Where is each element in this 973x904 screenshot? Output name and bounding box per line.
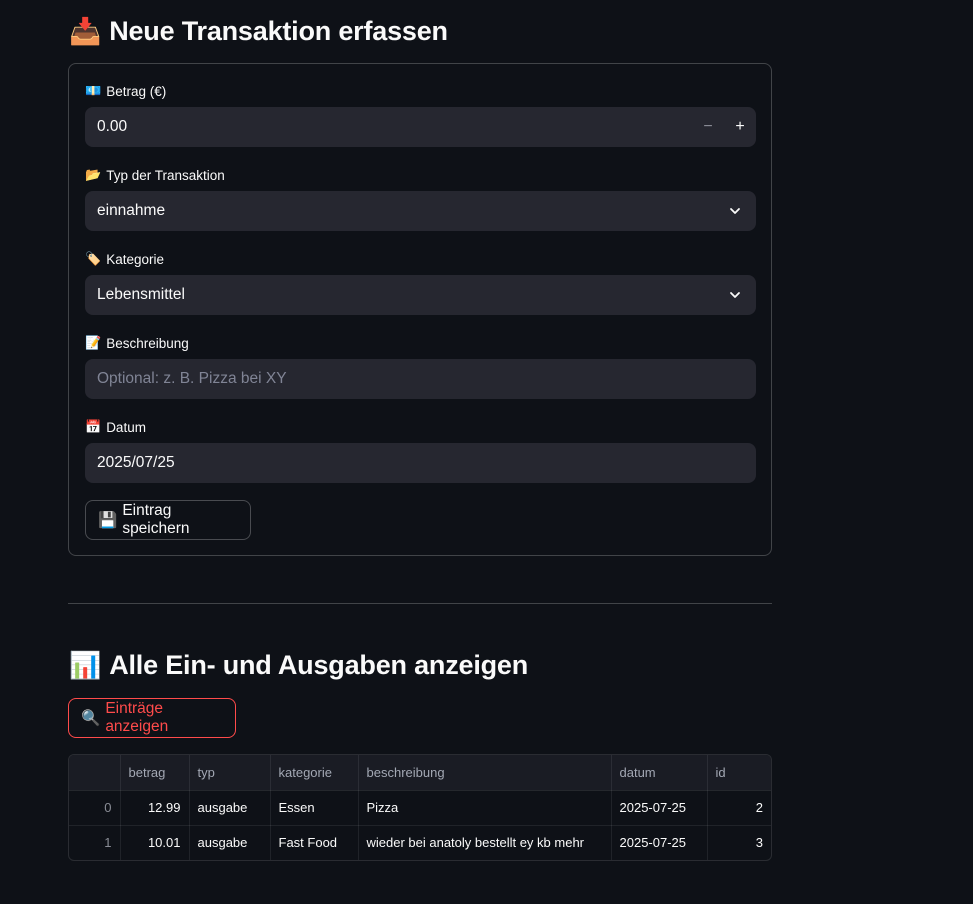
amount-label-text: Betrag (€) [106, 83, 167, 99]
column-header-index[interactable] [69, 755, 121, 791]
table-header-row: betrag typ kategorie beschreibung datum … [69, 755, 771, 791]
column-header-beschreibung[interactable]: beschreibung [358, 755, 612, 791]
magnifier-icon: 🔍 [81, 709, 101, 727]
category-select[interactable]: Lebensmittel [85, 275, 756, 315]
increment-button[interactable]: + [724, 107, 756, 147]
type-label-text: Typ der Transaktion [106, 167, 225, 183]
column-header-typ[interactable]: typ [189, 755, 271, 791]
list-section-title-text: Alle Ein- und Ausgaben anzeigen [109, 649, 529, 680]
cell-datum[interactable]: 2025-07-25 [611, 825, 708, 860]
column-header-datum[interactable]: datum [611, 755, 708, 791]
euro-banknote-icon: 💶 [85, 83, 102, 98]
date-label-text: Datum [106, 419, 146, 435]
cell-beschreibung[interactable]: wieder bei anatoly bestellt ey kb mehr [358, 825, 612, 860]
type-select[interactable]: einnahme [85, 191, 756, 231]
section-divider [68, 603, 772, 604]
tag-icon: 🏷️ [85, 251, 102, 266]
chevron-down-icon [730, 208, 740, 214]
row-index[interactable]: 0 [69, 790, 121, 826]
cell-betrag[interactable]: 12.99 [120, 790, 190, 826]
category-label: 🏷️ Kategorie [85, 251, 164, 267]
save-entry-label: Eintrag speichern [122, 502, 190, 537]
column-header-kategorie[interactable]: kategorie [270, 755, 359, 791]
amount-input[interactable]: 0.00 − + [85, 107, 756, 147]
table-row: 0 12.99 ausgabe Essen Pizza 2025-07-25 2 [69, 790, 771, 826]
amount-value: 0.00 [97, 118, 128, 135]
cell-typ[interactable]: ausgabe [189, 790, 271, 826]
table-row: 1 10.01 ausgabe Fast Food wieder bei ana… [69, 825, 771, 860]
transaction-form: 💶 Betrag (€) 0.00 − + 📂 Typ der Transakt… [68, 63, 772, 556]
cell-typ[interactable]: ausgabe [189, 825, 271, 860]
calendar-icon: 📅 [85, 419, 102, 434]
folder-icon: 📂 [85, 167, 102, 182]
decrement-button[interactable]: − [692, 107, 724, 147]
amount-label: 💶 Betrag (€) [85, 83, 166, 99]
date-label: 📅 Datum [85, 419, 146, 435]
chevron-down-icon [730, 292, 740, 298]
form-section-title: 📥 Neue Transaktion erfassen [69, 13, 448, 49]
row-index[interactable]: 1 [69, 825, 121, 860]
type-label: 📂 Typ der Transaktion [85, 167, 225, 183]
date-value: 2025/07/25 [97, 454, 175, 471]
date-input[interactable]: 2025/07/25 [85, 443, 756, 483]
category-label-text: Kategorie [106, 251, 164, 267]
cell-datum[interactable]: 2025-07-25 [611, 790, 708, 826]
category-selected-value: Lebensmittel [97, 286, 185, 303]
inbox-tray-icon: 📥 [69, 15, 102, 46]
show-entries-label: Einträge anzeigen [105, 700, 169, 735]
cell-kategorie[interactable]: Fast Food [270, 825, 359, 860]
cell-beschreibung[interactable]: Pizza [358, 790, 612, 826]
description-label-text: Beschreibung [106, 335, 189, 351]
column-header-betrag[interactable]: betrag [120, 755, 190, 791]
transactions-table[interactable]: betrag typ kategorie beschreibung datum … [68, 754, 772, 861]
cell-kategorie[interactable]: Essen [270, 790, 359, 826]
description-label: 📝 Beschreibung [85, 335, 189, 351]
memo-icon: 📝 [85, 335, 102, 350]
cell-id[interactable]: 3 [707, 825, 771, 860]
cell-betrag[interactable]: 10.01 [120, 825, 190, 860]
type-selected-value: einnahme [97, 202, 166, 219]
bar-chart-icon: 📊 [69, 649, 102, 680]
description-placeholder: Optional: z. B. Pizza bei XY [97, 370, 287, 387]
show-entries-button[interactable]: 🔍 Einträge anzeigen [68, 698, 236, 738]
save-entry-button[interactable]: 💾 Eintrag speichern [85, 500, 251, 540]
amount-stepper: − + [692, 107, 756, 147]
floppy-disk-icon: 💾 [98, 511, 118, 529]
form-section-title-text: Neue Transaktion erfassen [109, 15, 448, 46]
list-section-title: 📊 Alle Ein- und Ausgaben anzeigen [69, 647, 528, 683]
cell-id[interactable]: 2 [707, 790, 771, 826]
description-input[interactable]: Optional: z. B. Pizza bei XY [85, 359, 756, 399]
column-header-id[interactable]: id [707, 755, 771, 791]
